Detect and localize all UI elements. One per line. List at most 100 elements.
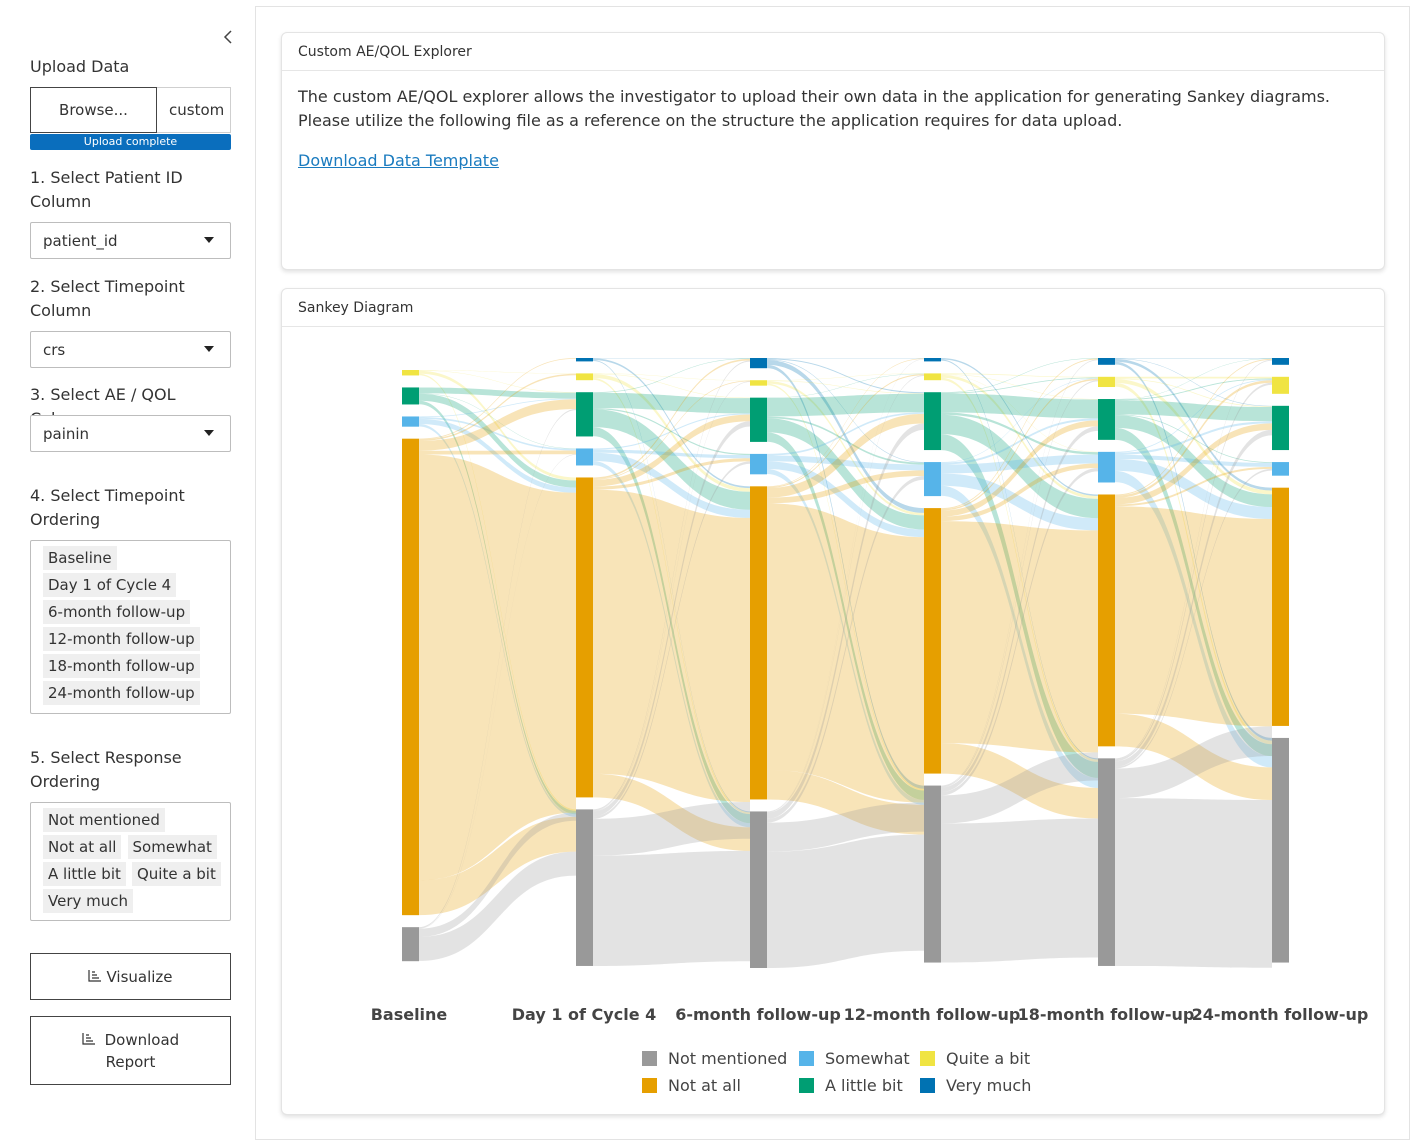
response-chip[interactable]: A little bit [43, 862, 126, 886]
chart-icon [82, 1031, 101, 1049]
sankey-node[interactable] [924, 785, 941, 963]
visualize-label: Visualize [106, 967, 173, 986]
sankey-node[interactable] [924, 462, 941, 497]
patient-id-label: 1. Select Patient ID Column [30, 168, 183, 211]
sankey-flow [941, 521, 1098, 753]
timepoint-chip[interactable]: 24-month follow-up [43, 681, 200, 705]
sankey-node[interactable] [1272, 376, 1289, 394]
legend-swatch [799, 1078, 814, 1093]
timepoint-chip[interactable]: Baseline [43, 546, 117, 570]
legend-label: Not at all [668, 1076, 741, 1095]
chart-icon [88, 966, 102, 988]
legend-swatch [920, 1051, 935, 1066]
response-chip[interactable]: Very much [43, 889, 134, 913]
patient-id-select[interactable]: patient_id [30, 222, 231, 259]
collapse-sidebar-icon[interactable] [218, 26, 238, 48]
sankey-flow [1115, 376, 1272, 379]
sankey-node[interactable] [1098, 494, 1115, 747]
sankey-node[interactable] [402, 438, 419, 916]
sankey-node[interactable] [1098, 376, 1115, 388]
timepoint-order-label: 4. Select Timepoint Ordering [30, 486, 185, 529]
sankey-node[interactable] [924, 358, 941, 362]
timepoint-axis-label: Baseline [371, 1005, 448, 1024]
explorer-card-title: Custom AE/QOL Explorer [282, 33, 1384, 71]
sankey-node[interactable] [576, 373, 593, 381]
sankey-node[interactable] [750, 397, 767, 442]
sankey-node[interactable] [1098, 758, 1115, 966]
sankey-node[interactable] [750, 380, 767, 386]
sankey-node[interactable] [750, 453, 767, 475]
sankey-node[interactable] [576, 448, 593, 466]
timepoint-axis-label: 12-month follow-up [844, 1005, 1021, 1024]
sankey-flow [419, 454, 576, 881]
response-order-list: Not mentioned Not at all Somewhat A litt… [30, 802, 231, 921]
sankey-flow [419, 370, 576, 374]
sankey-flow [593, 850, 750, 966]
download-report-button[interactable]: Download Report [30, 1016, 231, 1085]
sankey-node[interactable] [1272, 405, 1289, 451]
sankey-node[interactable] [924, 373, 941, 381]
sankey-flow [767, 834, 924, 968]
sankey-node[interactable] [750, 811, 767, 968]
sankey-node[interactable] [402, 927, 419, 962]
sankey-node[interactable] [1098, 358, 1115, 365]
timepoint-chip[interactable]: 12-month follow-up [43, 627, 200, 651]
timepoint-chip[interactable]: 18-month follow-up [43, 654, 200, 678]
download-report-label: Download Report [104, 1030, 180, 1071]
sankey-node[interactable] [750, 486, 767, 800]
sankey-node[interactable] [1272, 487, 1289, 726]
sankey-card-title: Sankey Diagram [282, 289, 1384, 327]
sankey-flow [767, 393, 924, 417]
timepoint-axis-label: 6-month follow-up [675, 1005, 841, 1024]
sankey-flow [419, 450, 576, 455]
file-name-field[interactable]: custom [157, 87, 231, 133]
timepoint-label: 2. Select Timepoint Column [30, 277, 185, 320]
legend-swatch [920, 1078, 935, 1093]
sankey-node[interactable] [576, 392, 593, 437]
sankey-flow [1115, 798, 1272, 968]
ae-qol-select[interactable]: painin [30, 415, 231, 452]
upload-label: Upload Data [30, 57, 130, 76]
sankey-node[interactable] [402, 416, 419, 427]
legend-label: A little bit [825, 1076, 903, 1095]
download-template-link[interactable]: Download Data Template [298, 151, 499, 170]
sankey-chart: Baseline Day 1 of Cycle 4 6-month follow-u… [371, 358, 1368, 1095]
sankey-node[interactable] [1272, 462, 1289, 476]
sankey-node[interactable] [402, 387, 419, 405]
response-chip[interactable]: Quite a bit [131, 862, 221, 886]
sankey-node[interactable] [1098, 451, 1115, 483]
timepoint-chip[interactable]: Day 1 of Cycle 4 [43, 573, 177, 597]
ae-qol-value: painin [43, 424, 90, 443]
browse-button[interactable]: Browse... [30, 87, 157, 133]
response-chip[interactable]: Not at all [43, 835, 122, 859]
sankey-node[interactable] [576, 809, 593, 966]
chevron-down-icon [204, 430, 214, 436]
sankey-flow [767, 503, 924, 803]
explorer-description: The custom AE/QOL explorer allows the in… [298, 87, 1330, 130]
sankey-node[interactable] [924, 392, 941, 451]
upload-progress-bar: Upload complete [30, 134, 231, 150]
patient-id-value: patient_id [43, 231, 118, 250]
visualize-button[interactable]: Visualize [30, 953, 231, 1000]
sankey-node[interactable] [402, 370, 419, 376]
sankey-node[interactable] [576, 477, 593, 798]
sankey-node[interactable] [1272, 358, 1289, 365]
sankey-node[interactable] [1098, 399, 1115, 440]
response-chip[interactable]: Somewhat [127, 835, 217, 859]
legend-swatch [642, 1078, 657, 1093]
legend-swatch [642, 1051, 657, 1066]
chevron-down-icon [204, 237, 214, 243]
legend-label: Very much [946, 1076, 1031, 1095]
timepoint-select[interactable]: crs [30, 331, 231, 368]
sankey-node[interactable] [1272, 737, 1289, 963]
sankey-node[interactable] [924, 508, 941, 774]
timepoint-order-list: Baseline Day 1 of Cycle 4 6-month follow… [30, 540, 231, 714]
timepoint-axis-label: 18-month follow-up [1018, 1005, 1195, 1024]
legend-label: Quite a bit [946, 1049, 1030, 1068]
sankey-node[interactable] [576, 358, 593, 362]
timepoint-value: crs [43, 340, 66, 359]
sankey-node[interactable] [750, 358, 767, 369]
explorer-card: Custom AE/QOL Explorer The custom AE/QOL… [281, 32, 1385, 270]
response-chip[interactable]: Not mentioned [43, 808, 165, 832]
timepoint-chip[interactable]: 6-month follow-up [43, 600, 191, 624]
